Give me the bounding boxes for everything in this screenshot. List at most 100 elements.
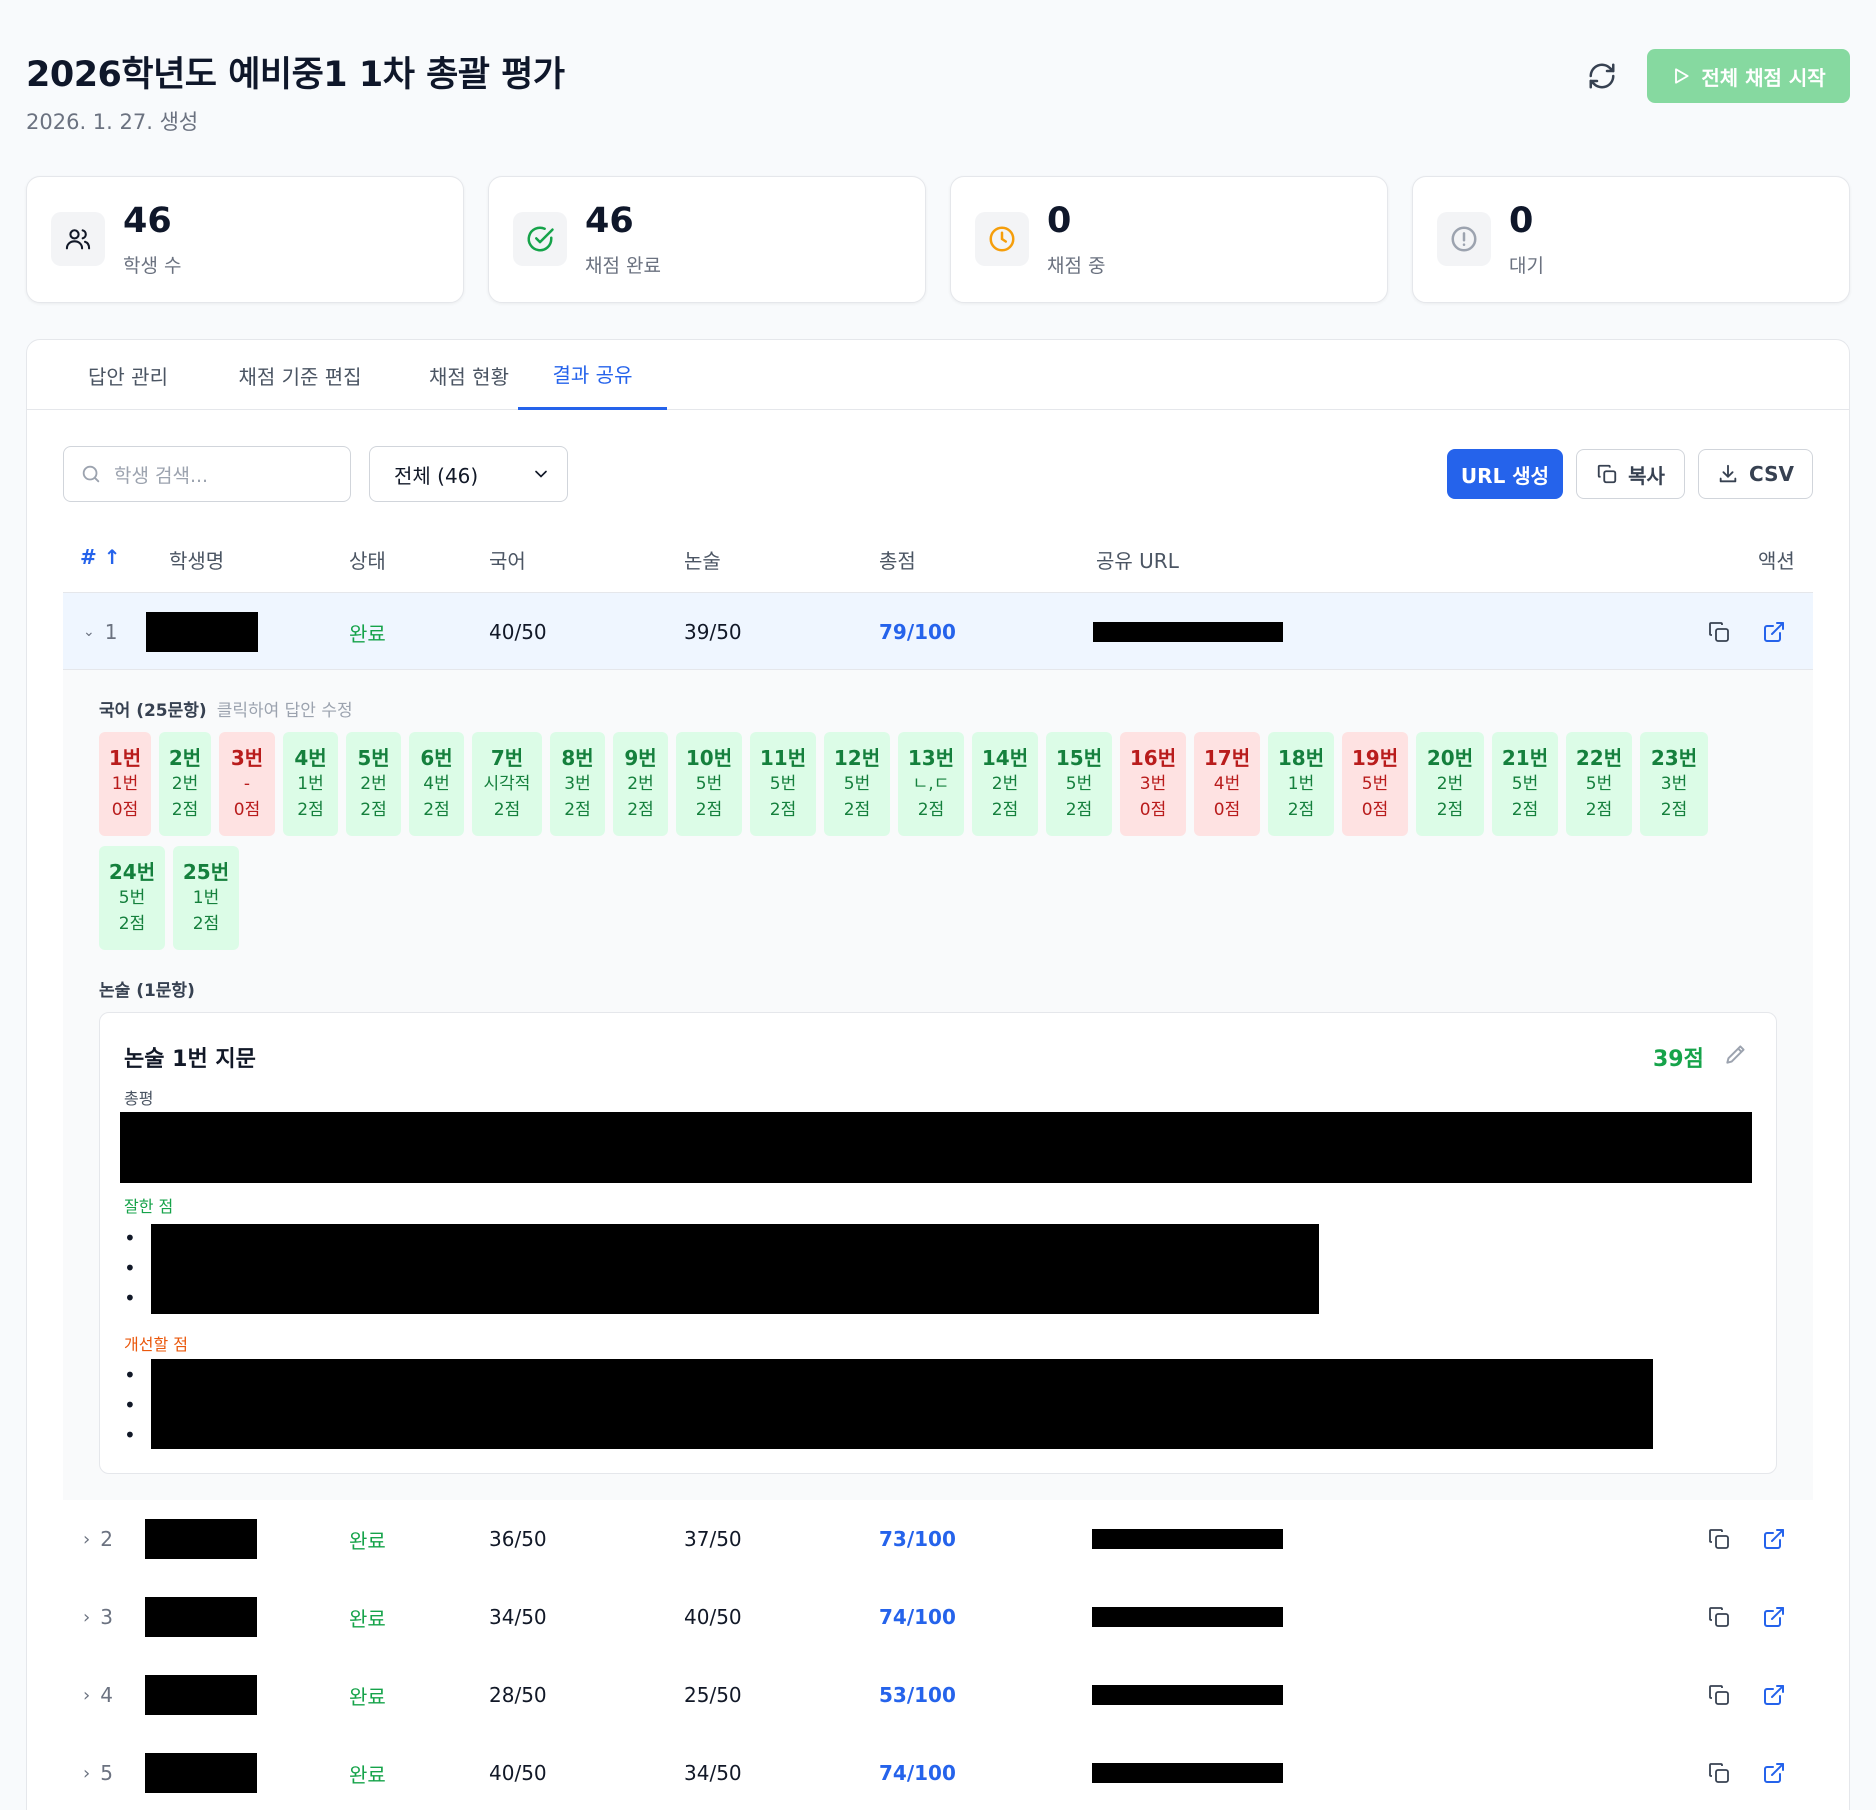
bullet-marker: • (124, 1286, 136, 1310)
question-box[interactable]: 9번 2번 2점 (613, 732, 668, 836)
question-box[interactable]: 19번 5번 0점 (1342, 732, 1408, 836)
external-link-icon (1764, 1763, 1784, 1783)
download-icon (1719, 464, 1737, 483)
open-url-button[interactable] (1762, 1734, 1786, 1810)
column-header-korean[interactable]: 국어 (489, 545, 526, 574)
arrow-up-icon: ↑ (103, 545, 121, 569)
question-box[interactable]: 2번 2번 2점 (159, 732, 211, 836)
question-box[interactable]: 16번 3번 0점 (1120, 732, 1186, 836)
expand-toggle[interactable]: › 3 (83, 1578, 113, 1656)
copy-url-button[interactable] (1707, 593, 1731, 671)
tab-answer-management[interactable]: 답안 관리 (51, 340, 205, 410)
question-box[interactable]: 20번 2번 2점 (1416, 732, 1484, 836)
copy-icon (1709, 1529, 1729, 1549)
question-box[interactable]: 24번 5번 2점 (99, 846, 165, 950)
column-header-total[interactable]: 총점 (879, 545, 916, 574)
question-number: 2번 (168, 746, 202, 770)
question-box[interactable]: 3번 - 0점 (219, 732, 275, 836)
question-answer: 3번 (564, 774, 591, 794)
question-box[interactable]: 6번 4번 2점 (409, 732, 464, 836)
question-box[interactable]: 8번 3번 2점 (550, 732, 605, 836)
copy-url-button[interactable] (1707, 1656, 1731, 1734)
share-url-redacted[interactable] (1092, 1607, 1283, 1627)
row-number: 1 (104, 620, 118, 644)
question-answer: 1번 (192, 888, 220, 908)
refresh-button[interactable] (1582, 56, 1622, 96)
table-row[interactable]: ⌄ 1 완료 40/50 39/50 79/100 (63, 592, 1813, 670)
share-url-redacted[interactable] (1092, 1529, 1283, 1549)
column-header-name[interactable]: 학생명 (169, 545, 224, 574)
open-url-button[interactable] (1762, 593, 1786, 671)
question-box[interactable]: 1번 1번 0점 (99, 732, 151, 836)
tab-share-results[interactable]: 결과 공유 (518, 340, 667, 410)
open-url-button[interactable] (1762, 1578, 1786, 1656)
question-box[interactable]: 22번 5번 2점 (1566, 732, 1632, 836)
share-url-redacted[interactable] (1093, 622, 1283, 642)
question-box[interactable]: 23번 3번 2점 (1640, 732, 1708, 836)
question-box[interactable]: 17번 4번 0점 (1194, 732, 1260, 836)
question-answer: 3번 (1660, 774, 1688, 794)
question-box[interactable]: 14번 2번 2점 (972, 732, 1038, 836)
copy-url-button[interactable] (1707, 1578, 1731, 1656)
question-score: 2점 (917, 800, 945, 820)
question-box[interactable]: 10번 5번 2점 (676, 732, 742, 836)
question-box[interactable]: 12번 5번 2점 (824, 732, 890, 836)
question-number: 19번 (1351, 746, 1399, 770)
question-answer: ㄴ,ㄷ (912, 774, 950, 794)
expand-toggle[interactable]: › 4 (83, 1656, 113, 1734)
bullet-marker: • (124, 1256, 136, 1280)
share-url-redacted[interactable] (1092, 1685, 1283, 1705)
start-all-grading-button[interactable]: 전체 채점 시작 (1647, 49, 1850, 103)
tab-criteria-edit[interactable]: 채점 기준 편집 (213, 340, 387, 410)
edit-essay-button[interactable] (1723, 1041, 1749, 1071)
open-url-button[interactable] (1762, 1500, 1786, 1578)
open-url-button[interactable] (1762, 1656, 1786, 1734)
column-header-status[interactable]: 상태 (349, 545, 386, 574)
question-score: 2점 (171, 800, 199, 820)
question-score: 0점 (233, 800, 261, 820)
status-badge: 완료 (349, 621, 386, 646)
student-search-input[interactable]: 학생 검색... (63, 446, 351, 502)
filter-value: 전체 (46) (394, 463, 479, 488)
question-number: 6번 (420, 746, 453, 770)
question-box[interactable]: 5번 2번 2점 (346, 732, 401, 836)
share-url-redacted[interactable] (1092, 1763, 1283, 1783)
expand-toggle[interactable]: ⌄ 1 (83, 593, 117, 671)
question-score: 2점 (493, 800, 521, 820)
question-score: 2점 (695, 800, 723, 820)
essay-score: 40/50 (684, 1605, 742, 1629)
stat-card-graded: 46 채점 완료 (488, 176, 926, 303)
page-title: 2026학년도 예비중1 1차 총괄 평가 (26, 55, 565, 95)
column-header-share-url: 공유 URL (1096, 549, 1179, 573)
copy-url-button[interactable] (1707, 1734, 1731, 1810)
question-number: 17번 (1203, 746, 1251, 770)
table-row[interactable]: › 2 완료 36/50 37/50 73/100 (63, 1500, 1813, 1578)
row-number: 3 (100, 1605, 113, 1629)
question-box[interactable]: 11번 5번 2점 (750, 732, 816, 836)
question-box[interactable]: 15번 5번 2점 (1046, 732, 1112, 836)
column-header-number[interactable]: # ↑ (80, 545, 121, 569)
question-box[interactable]: 4번 1번 2점 (283, 732, 338, 836)
generate-url-button[interactable]: URL 생성 (1447, 449, 1563, 499)
question-number: 23번 (1650, 746, 1698, 770)
question-box[interactable]: 25번 1번 2점 (173, 846, 239, 950)
copy-url-button[interactable] (1707, 1500, 1731, 1578)
essay-score: 34/50 (684, 1761, 742, 1785)
stat-value: 0 (1509, 201, 1534, 241)
question-box[interactable]: 13번 ㄴ,ㄷ 2점 (898, 732, 964, 836)
question-box[interactable]: 18번 1번 2점 (1268, 732, 1334, 836)
table-row[interactable]: › 4 완료 28/50 25/50 53/100 (63, 1656, 1813, 1734)
question-box[interactable]: 7번 시각적 2점 (472, 732, 542, 836)
copy-button[interactable]: 복사 (1576, 449, 1685, 499)
question-box[interactable]: 21번 5번 2점 (1492, 732, 1558, 836)
expand-toggle[interactable]: › 5 (83, 1734, 113, 1810)
table-row[interactable]: › 5 완료 40/50 34/50 74/100 (63, 1734, 1813, 1810)
expand-toggle[interactable]: › 2 (83, 1500, 113, 1578)
created-date: 2026. 1. 27. 생성 (26, 110, 199, 134)
question-number: 24번 (108, 860, 156, 884)
question-answer: 5번 (843, 774, 871, 794)
csv-download-button[interactable]: CSV (1698, 449, 1813, 499)
column-header-essay[interactable]: 논술 (684, 545, 721, 574)
status-filter-select[interactable]: 전체 (46) (369, 446, 568, 502)
table-row[interactable]: › 3 완료 34/50 40/50 74/100 (63, 1578, 1813, 1656)
